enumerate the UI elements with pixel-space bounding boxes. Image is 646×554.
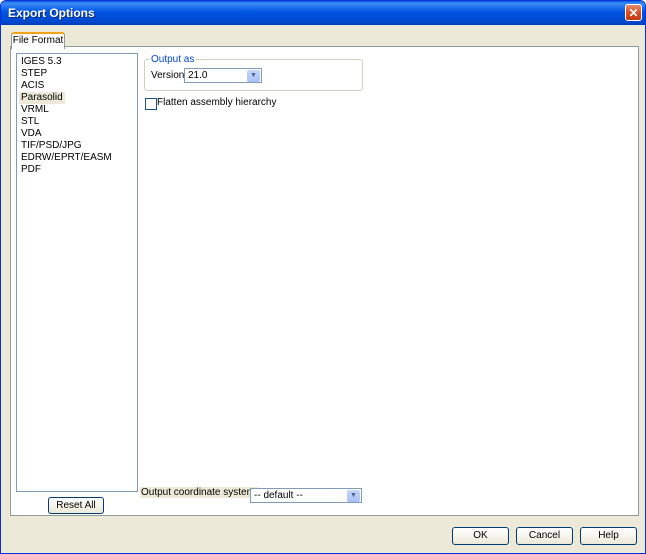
coordinate-system-value: -- default -- [254,490,303,501]
list-item[interactable]: VDA [19,128,44,140]
list-item[interactable]: EDRW/EPRT/EASM [19,152,114,164]
output-as-label: Output as [149,54,197,65]
window-title: Export Options [8,6,95,20]
ok-button[interactable]: OK [452,527,509,545]
chevron-down-icon[interactable]: ▼ [247,70,260,82]
list-item[interactable]: ACIS [19,80,46,92]
format-list[interactable]: IGES 5.3 STEP ACIS Parasolid VRML STL VDA TIF/P… [16,53,138,492]
title-bar: Export Options ✕ [1,1,645,25]
list-item[interactable]: STEP [19,68,49,80]
list-item[interactable]: TIF/PSD/JPG [19,140,84,152]
version-value: 21.0 [188,70,208,81]
list-item[interactable]: VRML [19,104,51,116]
list-item[interactable]: PDF [19,164,43,176]
version-label: Version: [151,70,188,81]
close-button[interactable]: ✕ [625,4,642,21]
flatten-assembly-checkbox[interactable] [145,98,157,110]
coordinate-system-select[interactable]: -- default -- ▼ [250,488,362,503]
coordinate-system-label: Output coordinate system: [140,487,259,498]
reset-all-button[interactable]: Reset All [48,497,104,514]
help-button[interactable]: Help [580,527,637,545]
list-item[interactable]: IGES 5.3 [19,56,64,68]
list-item[interactable]: STL [19,116,41,128]
tab-file-format[interactable]: File Format [11,32,65,49]
list-item[interactable]: Parasolid [19,92,65,104]
version-select[interactable]: 21.0 ▼ [184,68,262,83]
chevron-down-icon[interactable]: ▼ [347,490,360,502]
export-options-dialog: Export Options ✕ File Format IGES 5.3 STE… [0,0,646,554]
cancel-button[interactable]: Cancel [516,527,573,545]
flatten-assembly-label: Flatten assembly hierarchy [157,97,277,108]
